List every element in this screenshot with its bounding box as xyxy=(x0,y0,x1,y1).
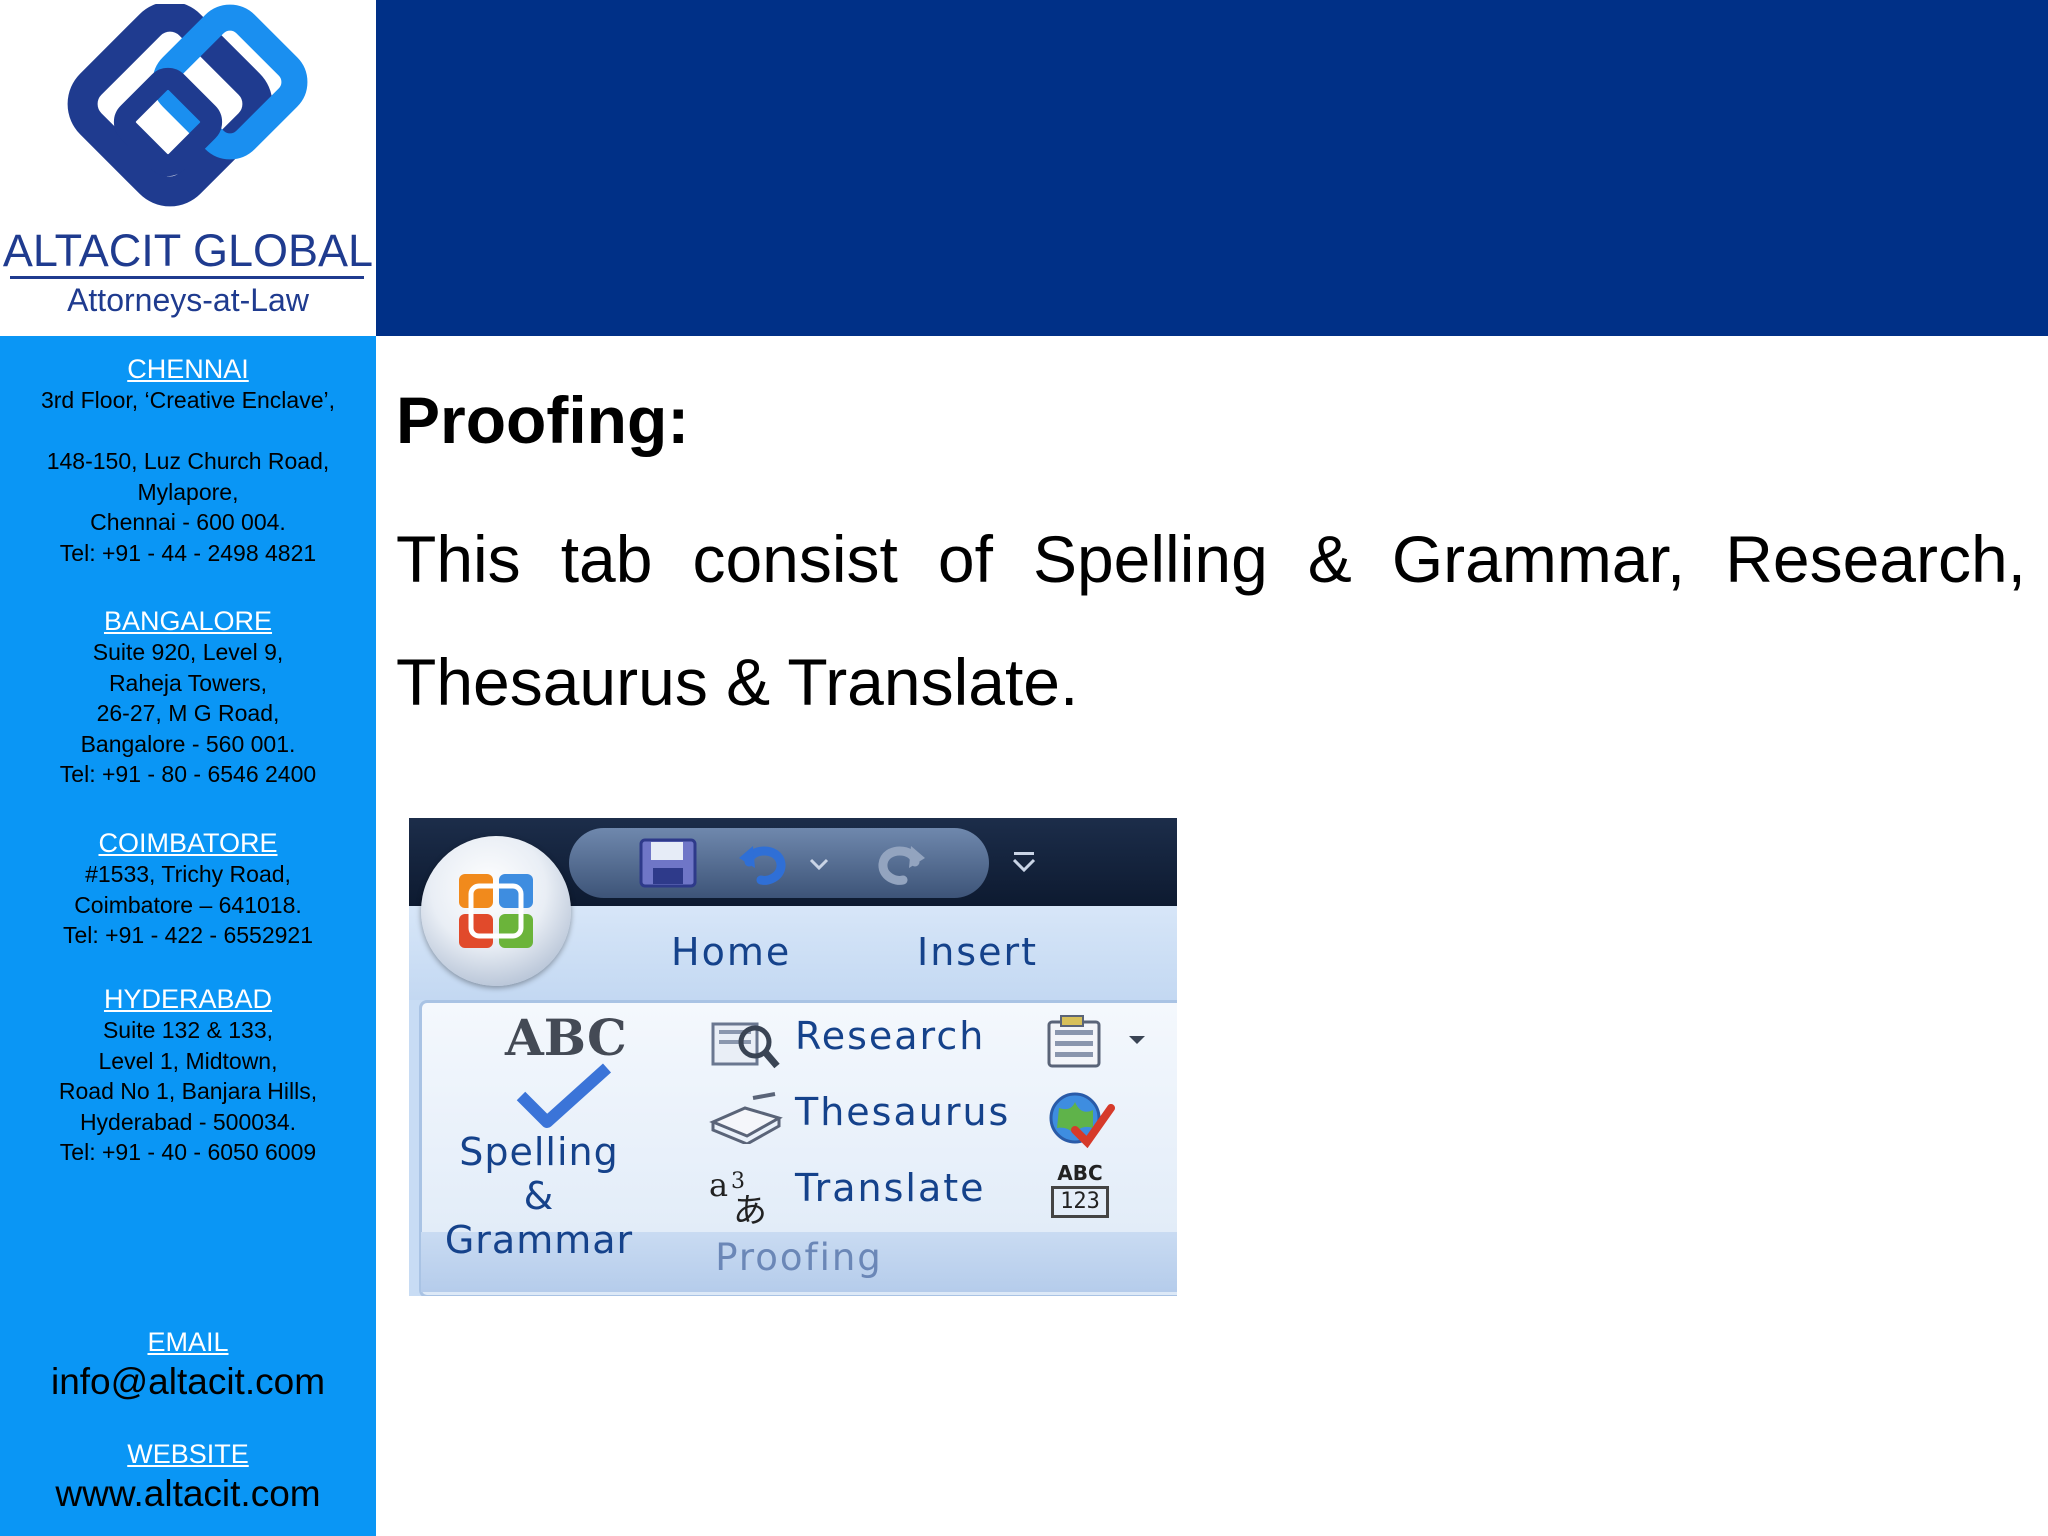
spelling-grammar-label-line1: Spelling & xyxy=(459,1130,619,1218)
logo-tagline: Attorneys-at-Law xyxy=(67,282,309,318)
thesaurus-book-icon[interactable] xyxy=(709,1088,783,1144)
word-count-icon[interactable]: ABC 123 xyxy=(1045,1162,1115,1226)
spelling-abc-text: ABC xyxy=(505,1008,627,1067)
checkmark-icon xyxy=(516,1063,612,1128)
set-language-globe-icon[interactable] xyxy=(1045,1088,1115,1148)
tab-insert[interactable]: Insert xyxy=(917,930,1038,974)
logo: ALTACIT GLOBAL Attorneys-at-Law xyxy=(0,0,376,336)
spelling-grammar-button[interactable]: Spelling & Grammar xyxy=(439,1130,639,1262)
slide-body-line: This tab consist of Spelling & Grammar, … xyxy=(396,522,2026,596)
svg-text:a: a xyxy=(709,1166,728,1204)
office-address-line: Suite 132 & 133, xyxy=(102,1017,274,1043)
office-city[interactable]: CHENNAI xyxy=(0,354,376,385)
office-city[interactable]: HYDERABAD xyxy=(0,984,376,1015)
office-address-line: 148-150, Luz Church Road, xyxy=(46,448,330,474)
email-label: EMAIL xyxy=(147,1327,229,1357)
contact-website: WEBSITE www.altacit.com xyxy=(0,1438,376,1518)
office-address-line: 3rd Floor, ‘Creative Enclave’, xyxy=(40,387,335,413)
ribbon-screenshot: Home Insert Proofing ABC Spelling & Gram… xyxy=(409,818,1177,1296)
top-banner xyxy=(376,0,2048,336)
office-chennai: CHENNAI 3rd Floor, ‘Creative Enclave’, 1… xyxy=(0,354,376,568)
translate-icon[interactable]: a 3 あ xyxy=(707,1162,779,1224)
office-button[interactable] xyxy=(421,836,571,986)
office-phone: Tel: +91 - 422 - 6552921 xyxy=(63,922,313,948)
office-address-line: Chennai - 600 004. xyxy=(90,509,286,535)
office-city[interactable]: BANGALORE xyxy=(0,606,376,637)
contact-email: EMAIL info@altacit.com xyxy=(0,1326,376,1406)
office-address-line: Level 1, Midtown, xyxy=(98,1047,278,1074)
word-count-icon-top-text: ABC xyxy=(1057,1161,1103,1185)
save-icon[interactable] xyxy=(637,836,699,890)
office-address-line: Road No 1, Banjara Hills, xyxy=(58,1078,318,1104)
office-address-line xyxy=(0,416,376,447)
customize-toolbar-chevron-icon[interactable] xyxy=(1009,848,1039,876)
office-bangalore: BANGALORE Suite 920, Level 9, Raheja Tow… xyxy=(0,606,376,790)
office-address-line: Bangalore - 560 001. xyxy=(80,730,296,757)
word-count-icon-bottom-text: 123 xyxy=(1051,1186,1109,1218)
website-label: WEBSITE xyxy=(127,1439,249,1469)
slide-body: This tab consist of Spelling & Grammar, … xyxy=(396,498,2026,744)
office-logo-icon xyxy=(459,874,533,948)
undo-icon[interactable] xyxy=(735,836,793,890)
office-address-line: Suite 920, Level 9, xyxy=(92,639,284,665)
research-icon[interactable] xyxy=(709,1014,781,1070)
slide-heading: Proofing: xyxy=(396,383,690,457)
office-phone: Tel: +91 - 44 - 2498 4821 xyxy=(59,539,317,566)
tab-home[interactable]: Home xyxy=(671,930,791,974)
office-phone: Tel: +91 - 80 - 6546 2400 xyxy=(59,761,317,787)
office-address-line: Coimbatore – 641018. xyxy=(74,891,302,918)
sidebar: CHENNAI 3rd Floor, ‘Creative Enclave’, 1… xyxy=(0,336,376,1536)
office-address-line: #1533, Trichy Road, xyxy=(85,861,291,887)
office-address-line: Hyderabad - 500034. xyxy=(79,1108,297,1135)
email-link[interactable]: info@altacit.com xyxy=(0,1358,376,1406)
translation-screentip-icon[interactable] xyxy=(1045,1014,1155,1070)
office-hyderabad: HYDERABAD Suite 132 & 133, Level 1, Midt… xyxy=(0,984,376,1168)
logo-name: ALTACIT GLOBAL xyxy=(2,225,374,276)
office-city[interactable]: COIMBATORE xyxy=(0,828,376,859)
slide-body-line: Thesaurus & Translate. xyxy=(396,645,1079,719)
translate-button[interactable]: Translate xyxy=(795,1166,986,1210)
svg-text:あ: あ xyxy=(733,1191,767,1224)
logo-divider xyxy=(10,276,364,279)
redo-icon[interactable] xyxy=(871,836,929,890)
website-link[interactable]: www.altacit.com xyxy=(0,1470,376,1518)
undo-dropdown-chevron-icon[interactable] xyxy=(807,856,831,872)
office-address-line: 26-27, M G Road, xyxy=(96,700,280,726)
office-coimbatore: COIMBATORE #1533, Trichy Road, Coimbator… xyxy=(0,828,376,951)
office-address-line: Raheja Towers, xyxy=(108,669,268,696)
logo-mark-icon xyxy=(67,4,308,207)
spelling-grammar-label-line2: Grammar xyxy=(444,1218,634,1262)
thesaurus-button[interactable]: Thesaurus xyxy=(795,1090,1010,1134)
office-phone: Tel: +91 - 40 - 6050 6009 xyxy=(59,1139,317,1165)
office-address-line: Mylapore, xyxy=(137,478,239,505)
research-button[interactable]: Research xyxy=(795,1014,985,1058)
